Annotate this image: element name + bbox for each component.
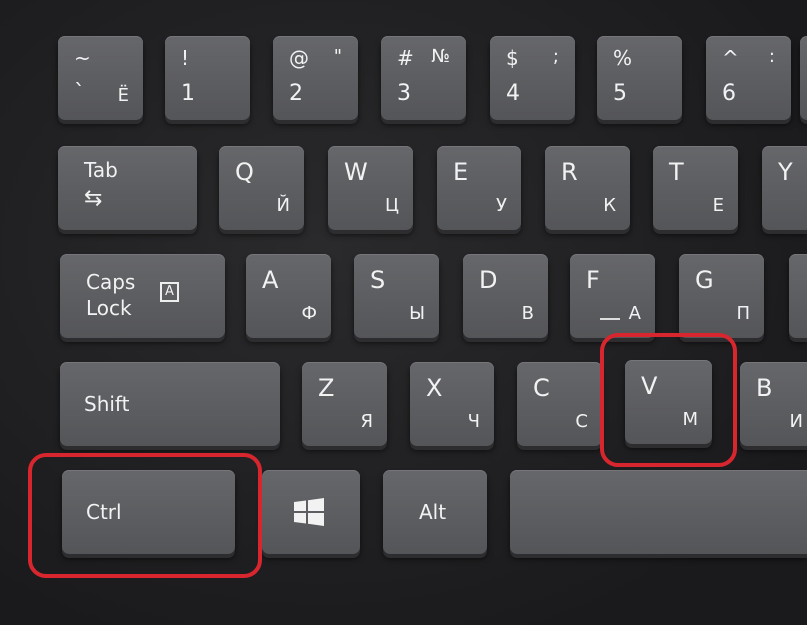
keyboard: ~ ` Ё ! 1 @ " 2 # № 3 $ ; 4 % 5 ^ : 6 Ta…	[0, 0, 807, 625]
key-legend: 5	[613, 81, 627, 106]
key-c[interactable]: C С	[517, 362, 602, 446]
key-legend: Alt	[419, 500, 447, 524]
key-legend: 4	[506, 81, 520, 106]
key-legend: Caps	[86, 270, 136, 294]
key-legend: Z	[318, 374, 335, 402]
key-h[interactable]	[789, 254, 807, 338]
key-z[interactable]: Z Я	[302, 362, 387, 446]
key-1[interactable]: ! 1	[165, 36, 250, 120]
key-r[interactable]: R К	[545, 146, 630, 230]
key-legend: Shift	[84, 392, 130, 416]
key-6[interactable]: ^ : 6	[706, 36, 791, 120]
key-legend: Y	[778, 158, 793, 186]
key-legend-ru: :	[768, 46, 775, 67]
key-legend: Tab	[84, 158, 118, 182]
key-f[interactable]: F А	[570, 254, 655, 338]
key-legend-ru: №	[431, 46, 450, 67]
key-legend: ~	[74, 46, 91, 70]
key-legend-ru: В	[521, 303, 534, 324]
key-legend-ru: Ф	[301, 303, 318, 324]
key-x[interactable]: X Ч	[410, 362, 494, 446]
key-legend: T	[669, 158, 684, 186]
key-legend: 6	[722, 81, 736, 106]
key-legend: ^	[722, 46, 739, 70]
key-g[interactable]: G П	[679, 254, 764, 338]
key-s[interactable]: S Ы	[354, 254, 439, 338]
key-legend: $	[506, 46, 519, 70]
key-legend-ru: Ё	[117, 85, 129, 106]
key-legend-ru: С	[575, 411, 588, 432]
key-legend: A	[262, 266, 279, 294]
key-d[interactable]: D В	[463, 254, 548, 338]
key-legend: F	[586, 266, 600, 294]
key-y[interactable]: Y	[762, 146, 807, 230]
key-legend: W	[344, 158, 368, 186]
key-windows[interactable]	[262, 470, 360, 554]
key-legend-ru: Ц	[385, 195, 399, 216]
key-legend: `	[74, 81, 85, 106]
key-space[interactable]	[510, 470, 807, 554]
key-legend: Ctrl	[86, 500, 122, 524]
key-alt[interactable]: Alt	[383, 470, 487, 554]
key-legend-ru: А	[628, 303, 641, 324]
key-legend: E	[453, 158, 469, 186]
key-legend: C	[533, 374, 550, 402]
key-legend-ru: И	[789, 411, 803, 432]
key-legend: V	[641, 372, 658, 400]
key-e[interactable]: E У	[437, 146, 521, 230]
key-shift[interactable]: Shift	[60, 362, 280, 446]
key-tilde[interactable]: ~ ` Ё	[58, 36, 143, 120]
key-3[interactable]: # № 3	[381, 36, 466, 120]
key-q[interactable]: Q Й	[219, 146, 304, 230]
key-7[interactable]	[800, 36, 807, 120]
key-legend: S	[370, 266, 386, 294]
key-a[interactable]: A Ф	[246, 254, 331, 338]
key-legend: 3	[397, 81, 411, 106]
key-legend: #	[397, 46, 414, 70]
key-t[interactable]: T Е	[653, 146, 738, 230]
key-b[interactable]: B И	[740, 362, 807, 446]
key-v[interactable]: V М	[625, 360, 712, 444]
key-legend-ru: Й	[276, 195, 290, 216]
key-legend: @	[289, 46, 309, 70]
key-legend-ru: М	[682, 409, 698, 430]
key-legend: 2	[289, 81, 303, 106]
key-legend: X	[426, 374, 443, 402]
key-legend-ru: Ч	[467, 411, 480, 432]
key-legend: !	[181, 46, 190, 70]
key-legend: %	[613, 46, 633, 70]
key-legend: D	[479, 266, 498, 294]
key-legend: G	[695, 266, 714, 294]
tab-arrows-icon: ⇆	[84, 186, 103, 211]
key-tab[interactable]: Tab ⇆	[58, 146, 197, 230]
key-ctrl[interactable]: Ctrl	[62, 470, 235, 554]
key-2[interactable]: @ " 2	[273, 36, 358, 120]
home-row-bump	[600, 318, 620, 320]
key-legend-ru: "	[333, 46, 342, 67]
key-legend-ru: У	[496, 195, 507, 216]
key-legend: Lock	[86, 296, 132, 320]
key-legend-ru: П	[736, 303, 750, 324]
key-5[interactable]: % 5	[597, 36, 682, 120]
key-legend: 1	[181, 81, 195, 106]
key-legend-ru: Ы	[409, 303, 425, 324]
key-4[interactable]: $ ; 4	[490, 36, 575, 120]
windows-logo-icon	[294, 498, 324, 526]
key-legend-ru: ;	[552, 46, 559, 67]
key-w[interactable]: W Ц	[328, 146, 413, 230]
key-legend: R	[561, 158, 578, 186]
key-legend-ru: Я	[360, 411, 373, 432]
key-legend-ru: К	[603, 195, 616, 216]
caps-lock-indicator-icon: A	[160, 282, 179, 302]
key-legend-ru: Е	[712, 195, 724, 216]
key-legend: Q	[235, 158, 254, 186]
key-caps-lock[interactable]: Caps Lock A	[60, 254, 225, 338]
key-legend: B	[756, 374, 773, 402]
